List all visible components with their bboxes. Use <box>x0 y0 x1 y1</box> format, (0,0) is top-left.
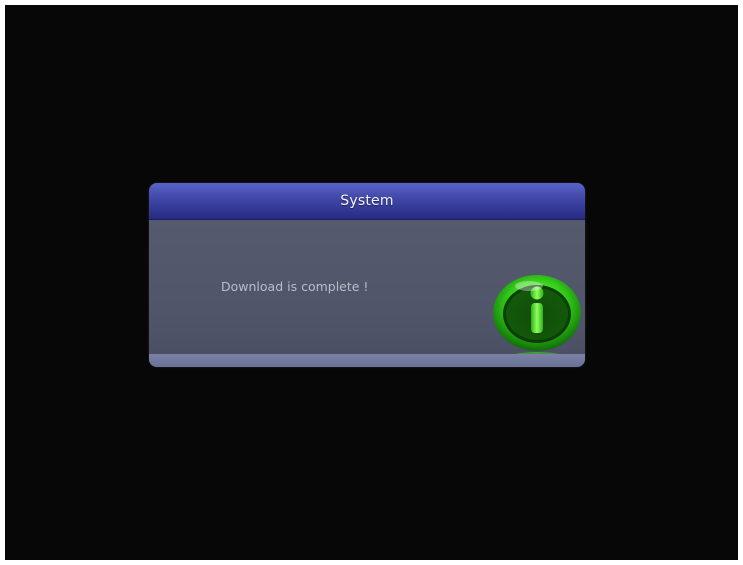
dialog-title: System <box>340 193 394 209</box>
dialog-message: Download is complete ! <box>221 279 369 294</box>
info-icon <box>493 275 581 364</box>
tv-screen: System Download is complete ! <box>5 5 738 560</box>
dialog-title-bar: System <box>149 183 585 220</box>
dialog-footer-bar <box>149 354 585 367</box>
dialog-body: Download is complete ! <box>149 220 585 364</box>
system-dialog: System Download is complete ! <box>149 183 585 367</box>
